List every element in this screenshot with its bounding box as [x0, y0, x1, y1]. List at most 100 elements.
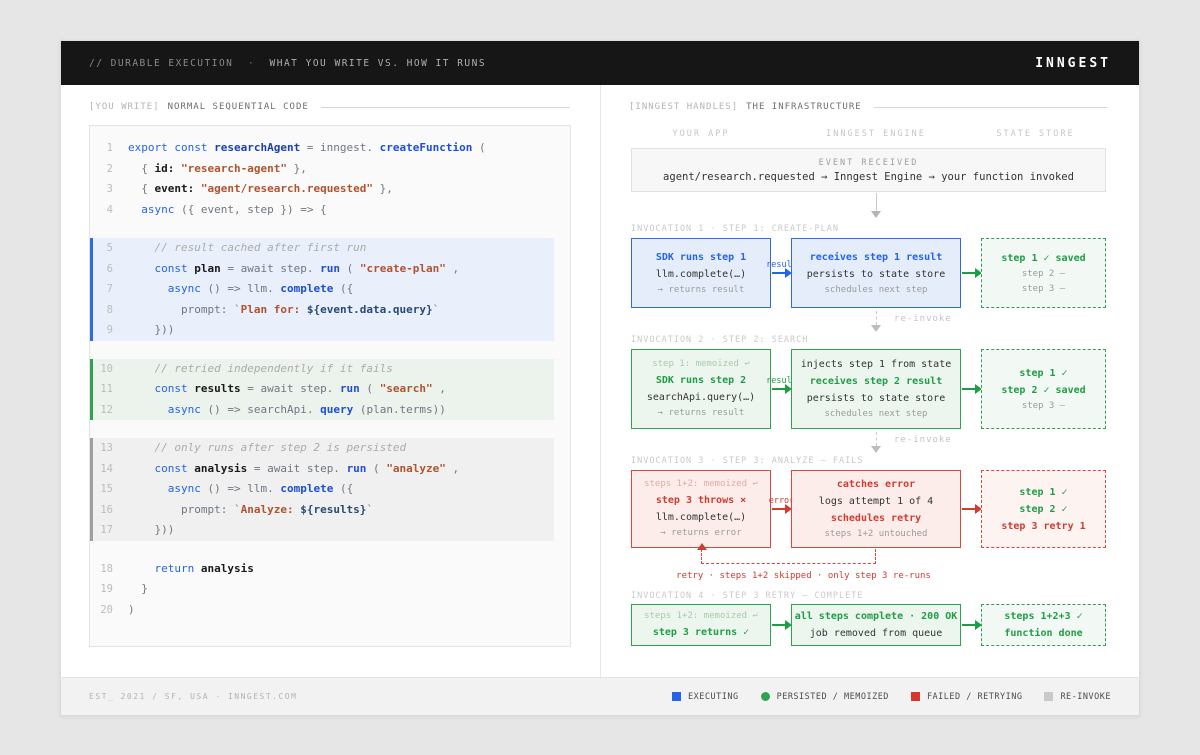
code-line-16: 16 prompt: `Analyze: ${results}`	[90, 500, 554, 521]
header-separator: ·	[233, 58, 269, 69]
left-panel: [YOU WRITE] NORMAL SEQUENTIAL CODE 1expo…	[61, 85, 601, 679]
code-line-7: 7 async () => llm. complete ({	[90, 279, 554, 300]
code-line-9: 9 }))	[90, 320, 554, 341]
code-text: return analysis	[128, 559, 254, 580]
code-text: // result cached after first run	[128, 238, 366, 259]
line-number: 8	[93, 300, 128, 321]
box-line: step 2 ✓	[1019, 501, 1067, 518]
legend-label: RE-INVOKE	[1060, 692, 1111, 702]
code-text: // retried independently if it fails	[128, 359, 393, 380]
box-line: job removed from queue	[810, 625, 942, 642]
legend-item: EXECUTING	[672, 692, 739, 702]
line-number: 14	[93, 459, 128, 480]
box-line: step 3 returns ✓	[653, 624, 749, 641]
box-line: searchApi.query(…)	[647, 389, 755, 406]
legend-swatch-icon	[1044, 692, 1053, 701]
box-line: step 3 —	[1022, 282, 1065, 297]
box-line: SDK runs step 2	[656, 372, 746, 389]
legend-item: FAILED / RETRYING	[911, 692, 1023, 702]
line-number: 20	[93, 600, 128, 621]
line-number: 11	[93, 379, 128, 400]
invocation-3-row: steps 1+2: memoized ↩step 3 throws ×llm.…	[601, 470, 1139, 548]
retry-loop-arrow-icon	[701, 549, 876, 564]
left-section-rule	[321, 107, 570, 108]
code-line-20: 20)	[90, 600, 570, 621]
right-section-header: [INNGEST HANDLES] THE INFRASTRUCTURE	[629, 102, 1107, 112]
event-received-title: EVENT RECEIVED	[819, 158, 919, 168]
box-line: step 3 throws ×	[656, 492, 746, 509]
invocation-2-state-box: step 1 ✓step 2 ✓ savedstep 3 —	[981, 349, 1106, 429]
legend-swatch-icon	[761, 692, 770, 701]
code-line-19: 19 }	[90, 579, 570, 600]
code-text: // only runs after step 2 is persisted	[128, 438, 406, 459]
line-number: 7	[93, 279, 128, 300]
left-section-title: NORMAL SEQUENTIAL CODE	[168, 102, 309, 112]
left-section-tag: [YOU WRITE]	[89, 102, 160, 112]
line-number: 1	[93, 138, 128, 159]
legend-item: PERSISTED / MEMOIZED	[761, 692, 889, 702]
event-received-box: EVENT RECEIVED agent/research.requested …	[631, 148, 1106, 192]
content: [YOU WRITE] NORMAL SEQUENTIAL CODE 1expo…	[61, 85, 1139, 679]
reinvoke-arrow-2-icon: re-invoke	[876, 432, 881, 453]
code-text: { id: "research-agent" },	[128, 159, 307, 180]
line-number: 16	[93, 500, 128, 521]
code-text: export const researchAgent = inngest. cr…	[128, 138, 486, 159]
box-line: → returns result	[658, 283, 745, 298]
code-text: const results = await step. run ( "searc…	[128, 379, 446, 400]
line-number: 3	[93, 179, 128, 200]
code-text: }))	[128, 320, 174, 341]
box-line: step 1: memoized ↩	[652, 357, 750, 372]
reinvoke-label-2: re-invoke	[894, 435, 952, 445]
line-number: 9	[93, 320, 128, 341]
legend-label: FAILED / RETRYING	[927, 692, 1023, 702]
code-text: prompt: `Analyze: ${results}`	[128, 500, 373, 521]
invocation-3-label: INVOCATION 3 · STEP 3: ANALYZE — FAILS	[631, 456, 863, 466]
code-line-17: 17 }))	[90, 520, 554, 541]
code-line-3: 3 { event: "agent/research.requested" },	[90, 179, 570, 200]
code-line-6: 6 const plan = await step. run ( "create…	[90, 259, 554, 280]
invocation-1-state-box: step 1 ✓ savedstep 2 —step 3 —	[981, 238, 1106, 308]
code-text: async ({ event, step }) => {	[128, 200, 327, 221]
box-line: steps 1+2: memoized ↩	[644, 609, 758, 624]
invocation-3-engine-box: catches errorlogs attempt 1 of 4schedule…	[791, 470, 961, 548]
code-text: async () => llm. complete ({	[128, 279, 353, 300]
legend-swatch-icon	[672, 692, 681, 701]
box-line: logs attempt 1 of 4	[819, 493, 933, 510]
code-text: prompt: `Plan for: ${event.data.query}`	[128, 300, 439, 321]
code-editor: 1export const researchAgent = inngest. c…	[89, 125, 571, 647]
invocation-4-engine-box: all steps complete · 200 OKjob removed f…	[791, 604, 961, 646]
code-line-13: 13 // only runs after step 2 is persiste…	[90, 438, 554, 459]
code-text: )	[128, 600, 135, 621]
right-section-rule	[874, 107, 1107, 108]
header-tag: // DURABLE EXECUTION	[89, 58, 233, 69]
reinvoke-arrow-1-icon: re-invoke	[876, 311, 881, 332]
box-line: injects step 1 from state	[801, 356, 952, 373]
line-number: 13	[93, 438, 128, 459]
box-line: step 1 ✓	[1019, 484, 1067, 501]
box-line: step 3 —	[1022, 399, 1065, 414]
retry-note: retry · steps 1+2 skipped · only step 3 …	[631, 571, 976, 581]
column-your-app: YOUR APP	[631, 129, 771, 139]
box-line: → returns result	[658, 406, 745, 421]
event-received-desc: agent/research.requested → Inngest Engin…	[663, 171, 1074, 183]
box-line: steps 1+2+3 ✓	[1004, 608, 1082, 625]
right-section-title: THE INFRASTRUCTURE	[746, 102, 862, 112]
code-text: { event: "agent/research.requested" },	[128, 179, 393, 200]
box-line: → returns error	[660, 526, 741, 541]
box-line: steps 1+2 untouched	[825, 527, 928, 542]
box-line: function done	[1004, 625, 1082, 642]
right-section-tag: [INNGEST HANDLES]	[629, 102, 738, 112]
line-number: 19	[93, 579, 128, 600]
code-line-11: 11 const results = await step. run ( "se…	[90, 379, 554, 400]
code-line-15: 15 async () => llm. complete ({	[90, 479, 554, 500]
code-line-2: 2 { id: "research-agent" },	[90, 159, 570, 180]
line-number: 15	[93, 479, 128, 500]
reinvoke-label-1: re-invoke	[894, 314, 952, 324]
box-line: persists to state store	[807, 390, 945, 407]
code-line-8: 8 prompt: `Plan for: ${event.data.query}…	[90, 300, 554, 321]
invocation-1-app-box: SDK runs step 1llm.complete(…)→ returns …	[631, 238, 771, 308]
box-line: llm.complete(…)	[656, 266, 746, 283]
box-line: step 1 ✓	[1019, 365, 1067, 382]
box-line: all steps complete · 200 OK	[795, 608, 958, 625]
line-number: 17	[93, 520, 128, 541]
